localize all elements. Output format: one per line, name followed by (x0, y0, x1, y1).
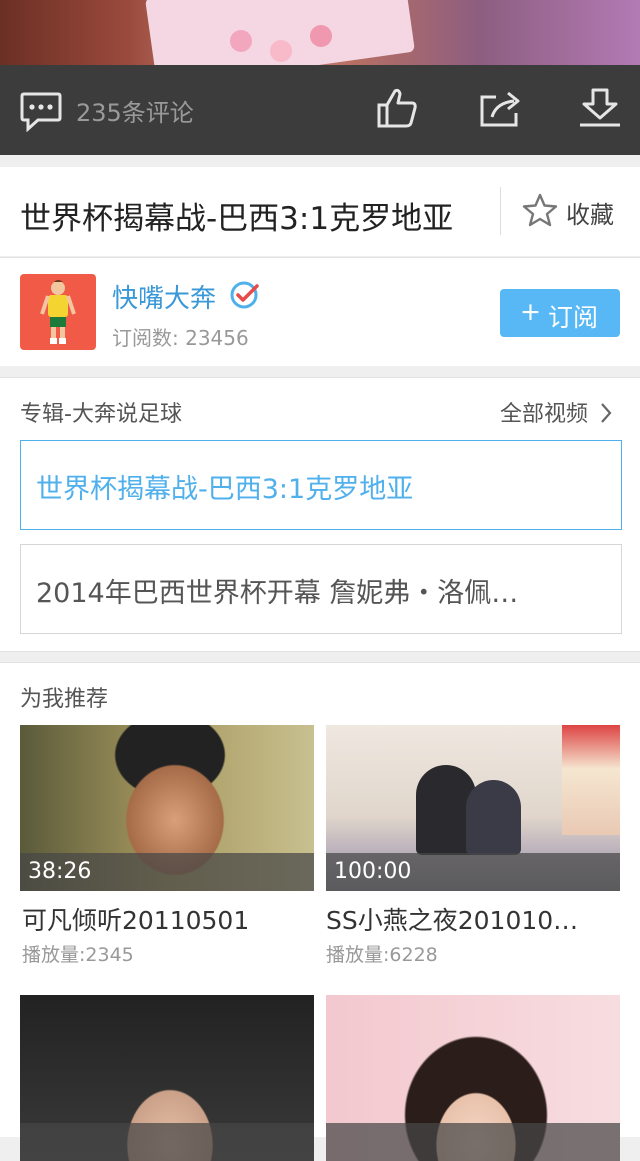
video-player-frame[interactable] (0, 0, 640, 65)
album-item-title: 2014年巴西世界杯开幕 詹妮弗・洛佩… (36, 578, 519, 609)
avatar-figure-icon (40, 280, 76, 344)
video-thumbnail[interactable]: 100:00 (326, 725, 620, 891)
video-thumbnail[interactable] (20, 995, 314, 1161)
video-title-section: 世界杯揭幕战-巴西3:1克罗地亚 收藏 (0, 167, 640, 256)
duration-bar: 38:26 (20, 853, 314, 891)
album-item-selected[interactable]: 世界杯揭幕战-巴西3:1克罗地亚 (20, 440, 622, 530)
album-title: 专辑-大奔说足球 (20, 402, 182, 427)
comment-icon[interactable] (20, 92, 62, 132)
play-count: 播放量:6228 (326, 944, 438, 966)
verified-icon (230, 281, 259, 309)
channel-avatar[interactable] (20, 274, 96, 350)
thumbnail-figure (466, 780, 521, 855)
channel-section: 快嘴大奔 订阅数: 23456 + 订阅 (0, 257, 640, 366)
album-section: 专辑-大奔说足球 全部视频 世界杯揭幕战-巴西3:1克罗地亚 2014年巴西世界… (0, 377, 640, 652)
video-duration: 38:26 (28, 859, 92, 884)
video-action-bar: 235条评论 (0, 65, 640, 155)
video-frame-flower (230, 30, 252, 52)
star-icon (522, 193, 558, 227)
subscriber-count: 订阅数: 23456 (112, 326, 249, 350)
album-item[interactable]: 2014年巴西世界杯开幕 詹妮弗・洛佩… (20, 544, 622, 634)
channel-name[interactable]: 快嘴大奔 (112, 278, 216, 315)
thumbnail-poster (562, 725, 620, 835)
duration-bar (20, 1123, 314, 1161)
video-title[interactable]: SS小燕之夜201010… (326, 901, 578, 937)
video-duration: 100:00 (334, 859, 412, 884)
all-videos-label: 全部视频 (500, 402, 589, 427)
plus-icon: + (520, 297, 541, 326)
video-thumbnail[interactable]: 38:26 (20, 725, 314, 891)
all-videos-link[interactable]: 全部视频 (500, 396, 613, 428)
share-icon[interactable] (478, 89, 522, 129)
favorite-button[interactable]: 收藏 (522, 193, 614, 229)
favorite-label: 收藏 (566, 201, 614, 229)
comment-count[interactable]: 235条评论 (76, 93, 194, 128)
recommend-section: 为我推荐 38:26 可凡倾听20110501 播放量:2345 100:00 … (0, 662, 640, 1161)
video-title[interactable]: 可凡倾听20110501 (22, 901, 249, 937)
video-frame-flower (270, 40, 292, 62)
thumbs-up-icon[interactable] (376, 87, 418, 129)
video-thumbnail[interactable] (326, 995, 620, 1161)
title-divider (500, 187, 501, 235)
video-title: 世界杯揭幕战-巴西3:1克罗地亚 (20, 201, 454, 237)
subscribe-label: 订阅 (548, 303, 599, 332)
chevron-right-icon (601, 403, 612, 423)
download-icon[interactable] (578, 87, 622, 129)
recommend-title: 为我推荐 (20, 687, 109, 712)
play-count: 播放量:2345 (22, 944, 134, 966)
duration-bar (326, 1123, 620, 1161)
album-item-title: 世界杯揭幕战-巴西3:1克罗地亚 (36, 474, 414, 505)
subscribe-button[interactable]: + 订阅 (500, 289, 620, 337)
video-frame-flower (310, 25, 332, 47)
duration-bar: 100:00 (326, 853, 620, 891)
